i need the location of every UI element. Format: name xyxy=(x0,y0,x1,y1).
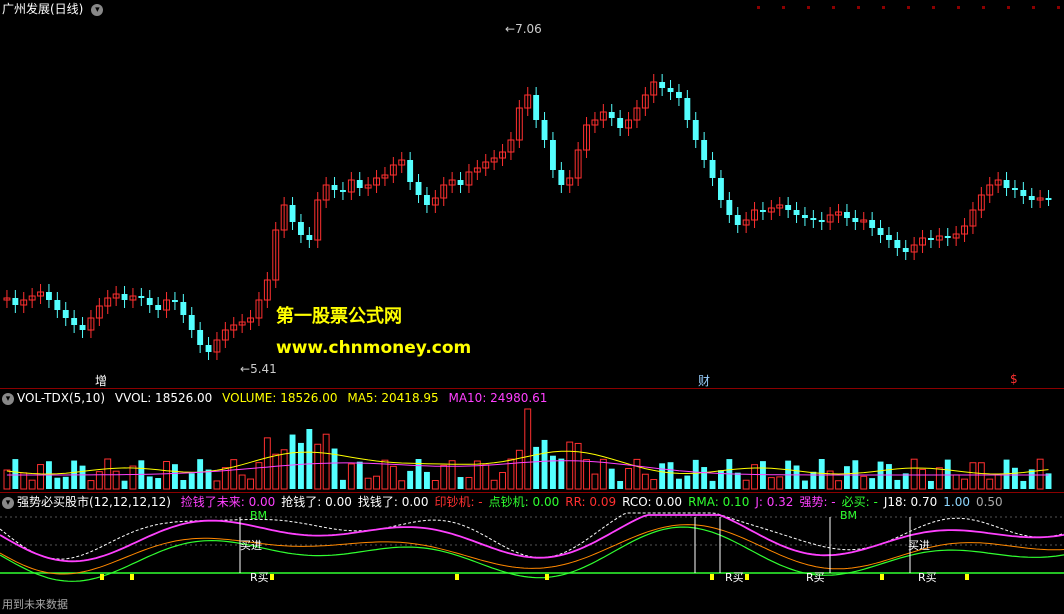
marker-cai[interactable]: 财 xyxy=(698,372,710,389)
indicator-chart[interactable]: BM BM 买进 买进 R买 R买 R买 R买 xyxy=(0,493,1064,614)
candles xyxy=(3,74,1052,360)
signal-label-rmai: R买 xyxy=(918,571,937,584)
future-data-notice: 用到未来数据 xyxy=(2,598,68,611)
high-price-label: ←7.06 xyxy=(505,22,542,36)
watermark-url: www.chnmoney.com xyxy=(276,338,472,358)
indicator-value: 找钱了: 0.00 xyxy=(357,495,429,509)
indicator-value: 必买: - xyxy=(841,495,878,509)
volume-indicator-name[interactable]: VOL-TDX(5,10) xyxy=(17,391,105,405)
signal-marker xyxy=(745,574,749,580)
indicator-value: RR: 0.09 xyxy=(565,495,617,509)
signal-marker xyxy=(270,574,274,580)
collapse-icon[interactable]: ▾ xyxy=(2,392,14,405)
chart-title: 广州发展(日线) xyxy=(2,2,84,16)
collapse-icon[interactable]: ▾ xyxy=(2,496,14,509)
marker-zeng[interactable]: 增 xyxy=(95,372,107,389)
indicator-value: 强势: - xyxy=(799,495,836,509)
volume-value: VOLUME: 18526.00 xyxy=(222,391,338,405)
indicator-value: 抢钱了: 0.00 xyxy=(281,495,352,509)
signal-label-rmai: R买 xyxy=(250,571,269,584)
signal-label-rmai: R买 xyxy=(806,571,825,584)
main-title-row: 广州发展(日线) ▾ xyxy=(2,2,109,16)
indicator-value: J18: 0.70 xyxy=(883,495,938,509)
ma5-value: MA5: 20418.95 xyxy=(347,391,439,405)
indicator-value: RCO: 0.00 xyxy=(622,495,683,509)
indicator-value: 0.50 xyxy=(975,495,1003,509)
period-dots xyxy=(757,6,1060,9)
indicator-title-row: ▾ 强势必买股市(12,12,12,12) 捡钱了未来: 0.00 抢钱了: 0.0… xyxy=(2,495,1015,509)
indicator-value: J: 0.32 xyxy=(755,495,794,509)
ma10-value: MA10: 24980.61 xyxy=(448,391,548,405)
marker-dollar[interactable]: $ xyxy=(1010,372,1018,386)
indicator-value: RMA: 0.10 xyxy=(688,495,750,509)
signal-label-bm: BM xyxy=(840,509,857,522)
signal-label-mairu: 买进 xyxy=(908,539,930,552)
signal-marker xyxy=(455,574,459,580)
indicator-value: 点钞机: 0.00 xyxy=(488,495,560,509)
signal-marker xyxy=(545,574,549,580)
signal-marker xyxy=(880,574,884,580)
vvol-value: VVOL: 18526.00 xyxy=(114,391,213,405)
volume-bars xyxy=(3,408,1052,490)
indicator-value: 捡钱了未来: 0.00 xyxy=(180,495,276,509)
collapse-icon[interactable]: ▾ xyxy=(91,3,104,16)
signal-marker xyxy=(130,574,134,580)
signal-marker xyxy=(965,574,969,580)
indicator-value: 印钞机: - xyxy=(434,495,483,509)
kline-pane[interactable]: 广州发展(日线) ▾ ←7.06 ←5.41 第一股票公式网 www.chnmon… xyxy=(0,0,1064,388)
signal-label-mairu: 买进 xyxy=(240,539,262,552)
signal-label-rmai: R买 xyxy=(725,571,744,584)
volume-pane[interactable]: ▾ VOL-TDX(5,10) VVOL: 18526.00 VOLUME: 18… xyxy=(0,388,1064,492)
signal-marker xyxy=(100,574,104,580)
signal-label-bm: BM xyxy=(250,509,267,522)
candlestick-chart[interactable] xyxy=(0,0,1064,388)
indicator-value: 1.00 xyxy=(943,495,970,509)
watermark-site-name: 第一股票公式网 xyxy=(276,306,402,327)
indicator-pane[interactable]: BM BM 买进 买进 R买 R买 R买 R买 ▾ 强势必买股市(12,12,12,12) 捡钱… xyxy=(0,492,1064,614)
signal-marker xyxy=(710,574,714,580)
volume-title-row: ▾ VOL-TDX(5,10) VVOL: 18526.00 VOLUME: 18… xyxy=(2,391,553,405)
indicator-name[interactable]: 强势必买股市(12,12,12,12) xyxy=(17,495,171,509)
low-price-label: ←5.41 xyxy=(240,362,277,376)
